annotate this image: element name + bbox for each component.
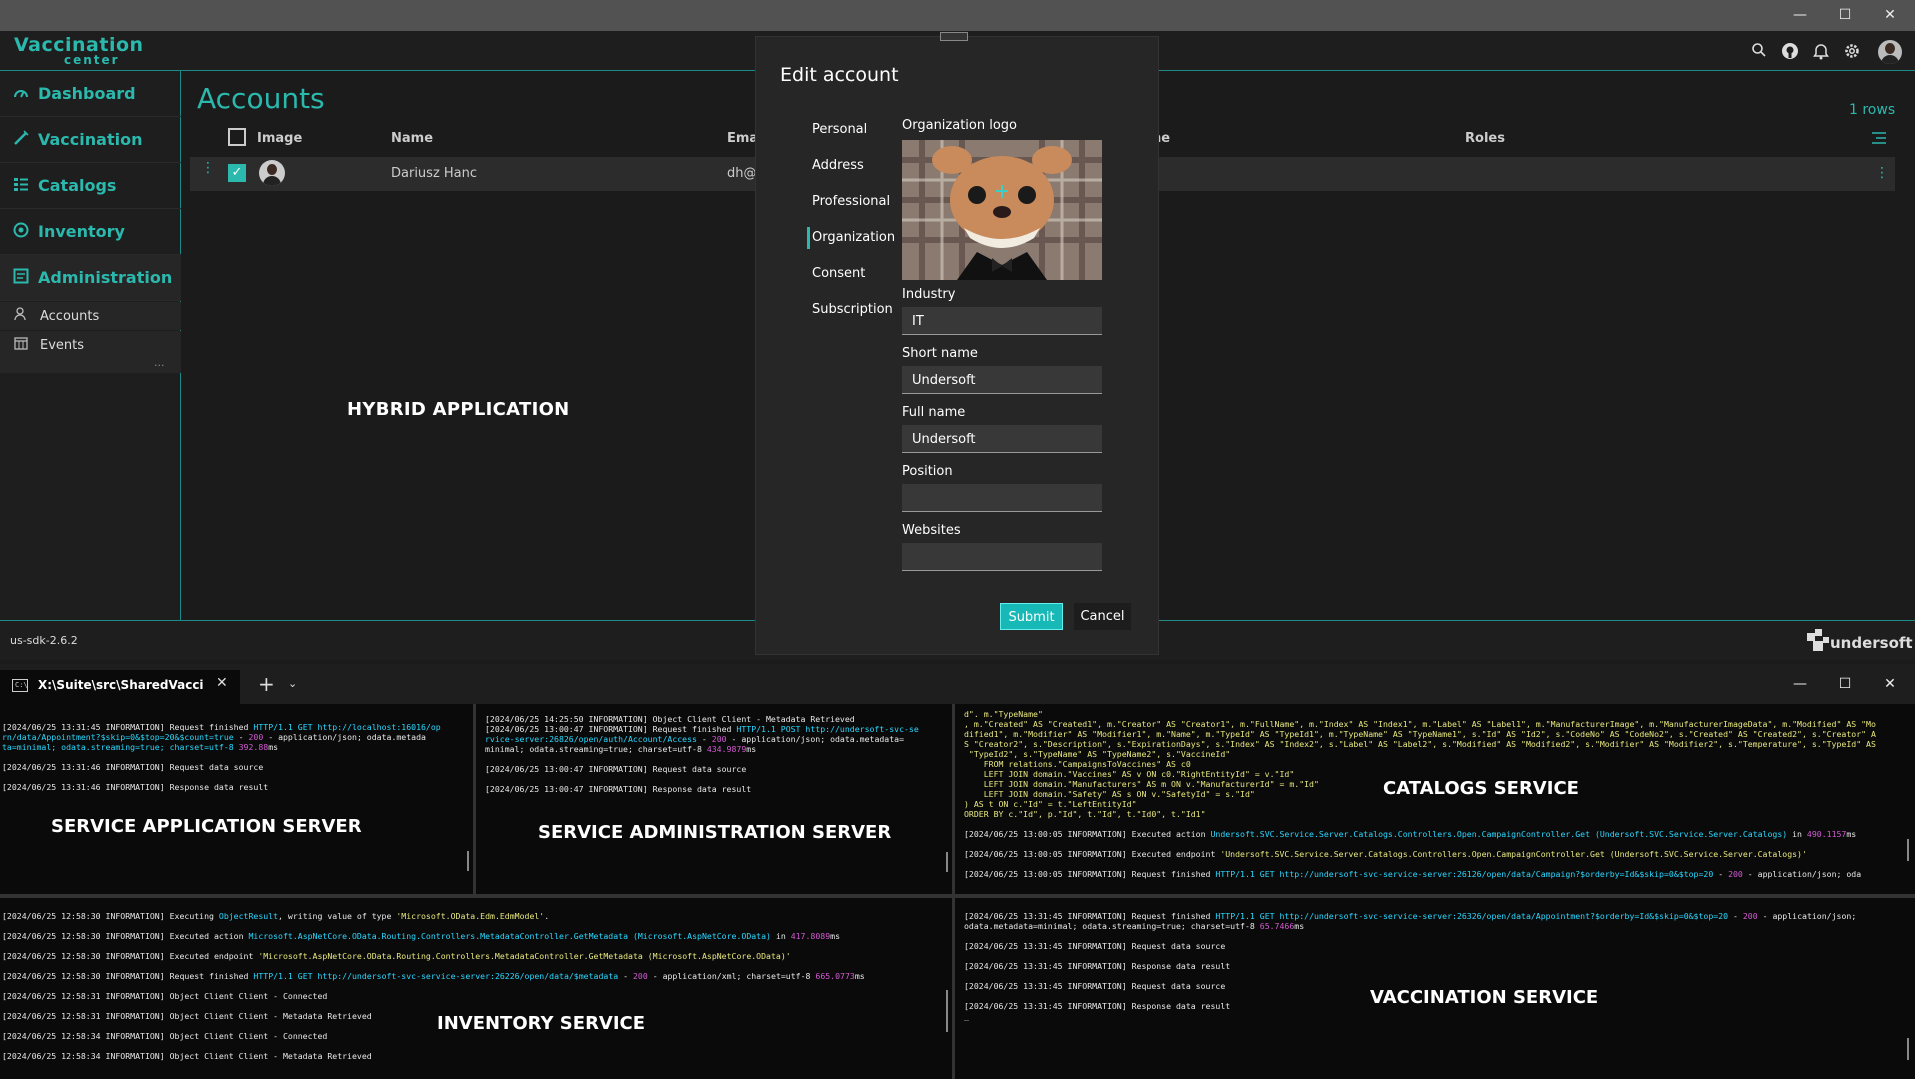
overlay-label: HYBRID APPLICATION — [347, 399, 570, 420]
pane-label-app-server: SERVICE APPLICATION SERVER — [51, 816, 362, 837]
full-name-field[interactable]: Undersoft — [902, 425, 1102, 453]
search-icon[interactable] — [1749, 42, 1769, 62]
page-title: Accounts — [197, 82, 325, 115]
close-button[interactable]: ✕ — [1868, 0, 1912, 31]
github-icon[interactable] — [1780, 42, 1800, 62]
catalogs-icon — [10, 177, 32, 195]
websites-field[interactable] — [902, 543, 1102, 571]
calendar-icon — [12, 336, 30, 354]
new-tab-icon[interactable]: + — [258, 672, 275, 696]
tab-address[interactable]: Address — [812, 158, 864, 173]
position-label: Position — [902, 464, 953, 479]
column-header-roles[interactable]: Roles — [1465, 131, 1505, 146]
column-header-image[interactable]: Image — [257, 131, 302, 146]
column-header-name[interactable]: Name — [391, 131, 433, 146]
row-avatar — [259, 160, 285, 186]
sidebar-item-events[interactable]: Events — [0, 331, 181, 359]
dialog-title: Edit account — [780, 64, 899, 86]
pane-label-admin-server: SERVICE ADMINISTRATION SERVER — [538, 822, 892, 843]
sidebar-item-administration[interactable]: Administration — [0, 255, 181, 301]
submit-button[interactable]: Submit — [1000, 603, 1063, 630]
brand-name: undersoft — [1830, 634, 1913, 652]
window-titlebar — [0, 0, 1915, 31]
short-name-field[interactable]: Undersoft — [902, 366, 1102, 394]
tab-personal[interactable]: Personal — [812, 122, 867, 137]
terminal-minimize-button[interactable]: — — [1778, 664, 1822, 704]
short-name-label: Short name — [902, 346, 978, 361]
chevron-down-icon[interactable]: ⌄ — [288, 677, 297, 690]
pane-divider-vertical[interactable] — [952, 704, 955, 1079]
dashboard-icon — [10, 85, 32, 103]
full-name-label: Full name — [902, 405, 966, 420]
inventory-icon — [10, 222, 32, 242]
pane-divider-vertical[interactable] — [473, 704, 476, 894]
row-actions-icon[interactable]: ⋮ — [1875, 165, 1889, 181]
row-count: 1 rows — [1849, 102, 1896, 118]
websites-label: Websites — [902, 523, 961, 538]
row-name: Dariusz Hanc — [391, 166, 478, 181]
active-tab-indicator — [807, 227, 810, 249]
sidebar-item-vaccination[interactable]: Vaccination — [0, 117, 181, 163]
drag-handle[interactable] — [940, 32, 968, 41]
logo-title: Vaccination — [14, 34, 144, 56]
sidebar-more[interactable]: ... — [154, 356, 165, 369]
terminal-tab-title: X:\Suite\src\SharedVaccinatior — [38, 678, 203, 692]
sidebar-item-label: Dashboard — [38, 84, 136, 103]
terminal-pane-catalogs[interactable]: d". m."TypeName" , m."Created" AS "Creat… — [955, 704, 1915, 894]
pane-divider-horizontal[interactable] — [0, 894, 1915, 898]
terminal-pane-app-server[interactable]: [2024/06/25 13:31:45 INFORMATION] Reques… — [0, 704, 473, 894]
terminal-pane-admin-server[interactable]: [2024/06/25 14:25:50 INFORMATION] Object… — [476, 704, 952, 894]
tab-professional[interactable]: Professional — [812, 194, 890, 209]
terminal-icon: C:\ — [12, 679, 28, 692]
cancel-button[interactable]: Cancel — [1074, 603, 1131, 630]
terminal-maximize-button[interactable]: ☐ — [1823, 664, 1867, 704]
terminal-pane-inventory[interactable]: [2024/06/25 12:58:30 INFORMATION] Execut… — [0, 898, 952, 1079]
tab-organization[interactable]: Organization — [812, 230, 895, 245]
sidebar-subitem-label: Events — [40, 337, 85, 353]
sidebar-item-label: Vaccination — [38, 130, 143, 149]
sidebar-item-label: Administration — [38, 268, 173, 287]
pane-label-inventory: INVENTORY SERVICE — [437, 1013, 646, 1034]
administration-icon — [10, 268, 32, 288]
syringe-icon — [10, 129, 32, 150]
app-logo[interactable]: Vaccination center — [14, 34, 144, 67]
organization-logo-image[interactable] — [902, 140, 1102, 280]
terminal-close-button[interactable]: ✕ — [1868, 664, 1912, 704]
sidebar-item-inventory[interactable]: Inventory — [0, 209, 181, 255]
maximize-button[interactable]: ☐ — [1823, 0, 1867, 31]
terminal-pane-vaccination[interactable]: [2024/06/25 13:31:45 INFORMATION] Reques… — [955, 898, 1915, 1079]
bell-icon[interactable] — [1811, 42, 1831, 62]
tab-consent[interactable]: Consent — [812, 266, 865, 281]
user-icon — [12, 307, 30, 325]
select-all-checkbox[interactable] — [228, 128, 246, 146]
industry-label: Industry — [902, 287, 956, 302]
sidebar-item-label: Catalogs — [38, 176, 117, 195]
row-menu-icon[interactable]: ⋮ — [201, 161, 215, 175]
organization-logo-label: Organization logo — [902, 118, 1018, 133]
row-checkbox[interactable]: ✓ — [228, 164, 246, 182]
sidebar-item-label: Inventory — [38, 222, 125, 241]
position-field[interactable] — [902, 484, 1102, 512]
logo-subtitle: center — [64, 53, 120, 67]
sidebar-subitem-label: Accounts — [40, 308, 100, 324]
minimize-button[interactable]: — — [1778, 0, 1822, 31]
pane-label-vaccination: VACCINATION SERVICE — [1370, 987, 1599, 1008]
tab-subscription[interactable]: Subscription — [812, 302, 893, 317]
gear-icon[interactable] — [1842, 42, 1862, 62]
undersoft-logo-icon — [1805, 627, 1833, 659]
version-label: us-sdk-2.6.2 — [10, 634, 78, 647]
sidebar-item-dashboard[interactable]: Dashboard — [0, 71, 181, 117]
pane-label-catalogs: CATALOGS SERVICE — [1383, 778, 1579, 799]
columns-icon[interactable] — [1871, 130, 1887, 149]
close-tab-icon[interactable]: ✕ — [216, 675, 228, 691]
sidebar-item-catalogs[interactable]: Catalogs — [0, 163, 181, 209]
user-avatar[interactable] — [1878, 40, 1902, 64]
industry-field[interactable]: IT — [902, 307, 1102, 335]
sidebar-item-accounts[interactable]: Accounts — [0, 302, 181, 330]
